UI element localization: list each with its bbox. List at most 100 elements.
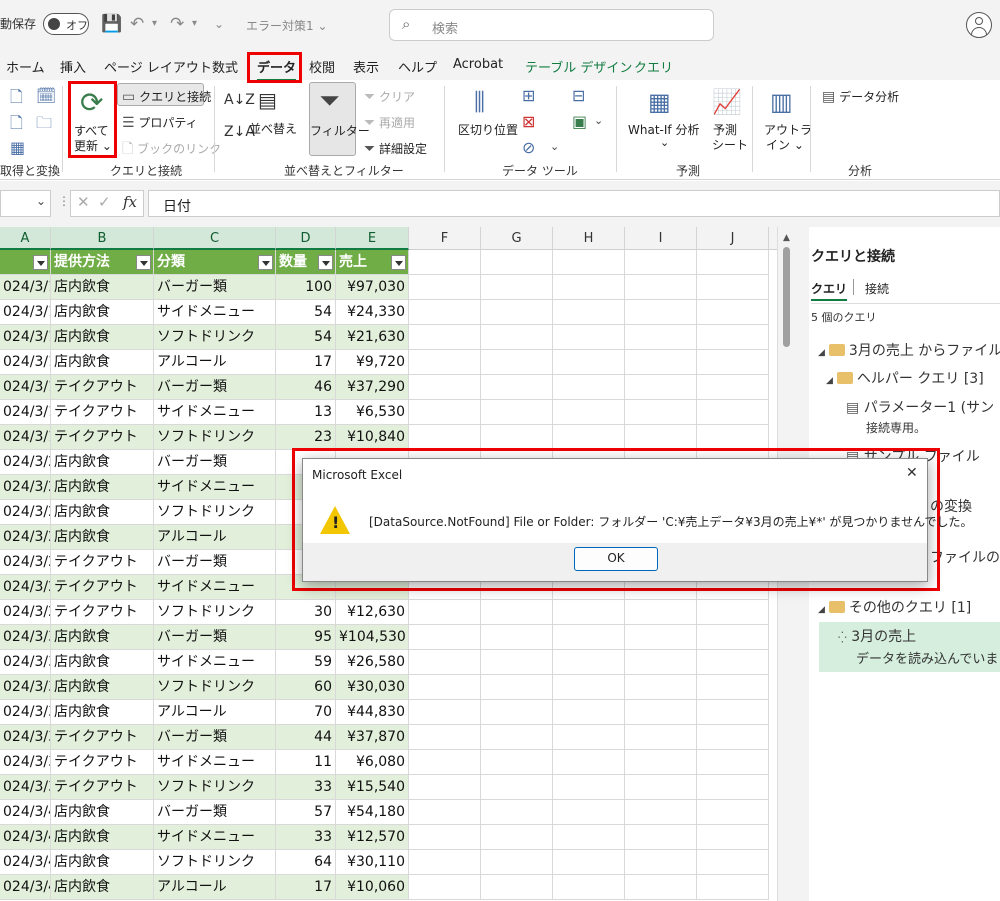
cell-category[interactable]: アルコール (154, 350, 276, 375)
scroll-up-icon[interactable]: ▲ (783, 233, 790, 243)
empty-cell[interactable] (409, 875, 481, 900)
cell-method[interactable]: テイクアウト (51, 600, 154, 625)
col-header-h[interactable]: H (553, 227, 625, 250)
cell-category[interactable]: アルコール (154, 700, 276, 725)
empty-cell[interactable] (553, 650, 625, 675)
empty-cell[interactable] (553, 750, 625, 775)
outline-line2[interactable]: イン ⌄ (766, 136, 804, 153)
cell-category[interactable]: ソフトドリンク (154, 425, 276, 450)
empty-cell[interactable] (409, 350, 481, 375)
file-name[interactable]: エラー対策1 ⌄ (246, 17, 328, 34)
cell-method[interactable]: テイクアウト (51, 775, 154, 800)
flash-fill-icon[interactable]: ⊞ (522, 86, 535, 105)
empty-cell[interactable] (409, 400, 481, 425)
pane-tab-queries[interactable]: クエリ (811, 280, 848, 301)
empty-cell[interactable] (697, 825, 769, 850)
pane-tab-connections[interactable]: 接続 (865, 280, 889, 297)
empty-cell[interactable] (625, 375, 697, 400)
cell-category[interactable]: ソフトドリンク (154, 600, 276, 625)
empty-cell[interactable] (481, 800, 553, 825)
cell-category[interactable]: ソフトドリンク (154, 500, 276, 525)
cell-sales[interactable]: ¥21,630 (336, 325, 409, 350)
cell-method[interactable]: 店内飲食 (51, 325, 154, 350)
cell-method[interactable]: 店内飲食 (51, 800, 154, 825)
empty-cell[interactable] (481, 650, 553, 675)
cell-category[interactable]: サイドメニュー (154, 650, 276, 675)
empty-cell[interactable] (409, 650, 481, 675)
collapse-icon[interactable]: ◢ (818, 605, 825, 615)
cell-method[interactable]: テイクアウト (51, 400, 154, 425)
cell-date[interactable]: 024/3/3 (0, 700, 51, 725)
cell-sales[interactable]: ¥97,030 (336, 275, 409, 300)
cell-sales[interactable]: ¥9,720 (336, 350, 409, 375)
empty-cell[interactable] (625, 600, 697, 625)
cell-category[interactable]: サイドメニュー (154, 825, 276, 850)
empty-cell[interactable] (697, 800, 769, 825)
empty-cell[interactable] (409, 325, 481, 350)
empty-cell[interactable] (481, 325, 553, 350)
empty-cell[interactable] (625, 250, 697, 275)
cell-category[interactable]: バーガー類 (154, 450, 276, 475)
empty-cell[interactable] (697, 250, 769, 275)
empty-cell[interactable] (697, 875, 769, 900)
advanced-filter-button[interactable]: ⏷ 詳細設定 (364, 140, 427, 157)
empty-cell[interactable] (697, 625, 769, 650)
table-header-category[interactable]: 分類 (154, 250, 276, 275)
empty-cell[interactable] (625, 825, 697, 850)
cell-method[interactable]: 店内飲食 (51, 275, 154, 300)
empty-cell[interactable] (409, 825, 481, 850)
empty-cell[interactable] (553, 625, 625, 650)
cell-quantity[interactable]: 59 (276, 650, 336, 675)
col-header-j[interactable]: J (697, 227, 769, 250)
tab-table-design[interactable]: テーブル デザイン (525, 57, 632, 76)
edit-links-button[interactable]: 🗋 ブックのリンク (122, 140, 221, 157)
cell-sales[interactable]: ¥15,540 (336, 775, 409, 800)
table-header-date[interactable] (0, 250, 51, 275)
cell-date[interactable]: 024/3/3 (0, 775, 51, 800)
cell-sales[interactable]: ¥12,630 (336, 600, 409, 625)
empty-cell[interactable] (553, 850, 625, 875)
cell-date[interactable]: 024/3/2 (0, 450, 51, 475)
empty-cell[interactable] (481, 675, 553, 700)
empty-cell[interactable] (553, 250, 625, 275)
redo-dropdown-icon[interactable]: ▾ (192, 14, 197, 34)
forecast-sheet-icon[interactable]: 📈 (712, 88, 742, 116)
clear-filter-button[interactable]: ⏷ クリア (364, 88, 415, 105)
empty-cell[interactable] (625, 850, 697, 875)
text-to-columns-icon[interactable]: ⫼ (474, 88, 485, 116)
account-avatar-icon[interactable] (966, 12, 992, 38)
cell-method[interactable]: テイクアウト (51, 550, 154, 575)
empty-cell[interactable] (481, 775, 553, 800)
close-icon[interactable]: ✕ (906, 465, 918, 481)
empty-cell[interactable] (553, 600, 625, 625)
empty-cell[interactable] (553, 775, 625, 800)
empty-cell[interactable] (481, 250, 553, 275)
tab-query[interactable]: クエリ (634, 57, 673, 76)
data-validation-icon[interactable]: ⊘ (522, 138, 535, 157)
cell-sales[interactable]: ¥54,180 (336, 800, 409, 825)
empty-cell[interactable] (697, 775, 769, 800)
cell-date[interactable]: 024/3/2 (0, 550, 51, 575)
cell-quantity[interactable]: 11 (276, 750, 336, 775)
cell-sales[interactable]: ¥6,530 (336, 400, 409, 425)
cell-quantity[interactable]: 57 (276, 800, 336, 825)
empty-cell[interactable] (625, 775, 697, 800)
tab-insert[interactable]: 挿入 (60, 57, 86, 76)
cell-method[interactable]: 店内飲食 (51, 825, 154, 850)
empty-cell[interactable] (625, 725, 697, 750)
cell-category[interactable]: バーガー類 (154, 375, 276, 400)
tab-home[interactable]: ホーム (6, 57, 45, 76)
empty-cell[interactable] (625, 800, 697, 825)
cell-method[interactable]: 店内飲食 (51, 675, 154, 700)
cell-quantity[interactable]: 33 (276, 775, 336, 800)
formula-input[interactable]: 日付 (148, 190, 1000, 217)
what-if-dropdown-icon[interactable]: ⌄ (660, 136, 669, 149)
query-group-other[interactable]: ◢ その他のクエリ [1] (818, 597, 971, 617)
filter-dropdown-icon[interactable] (258, 255, 273, 270)
empty-cell[interactable] (553, 275, 625, 300)
empty-cell[interactable] (481, 875, 553, 900)
table-header-quantity[interactable]: 数量 (276, 250, 336, 275)
empty-cell[interactable] (481, 750, 553, 775)
cell-category[interactable]: サイドメニュー (154, 475, 276, 500)
empty-cell[interactable] (697, 275, 769, 300)
